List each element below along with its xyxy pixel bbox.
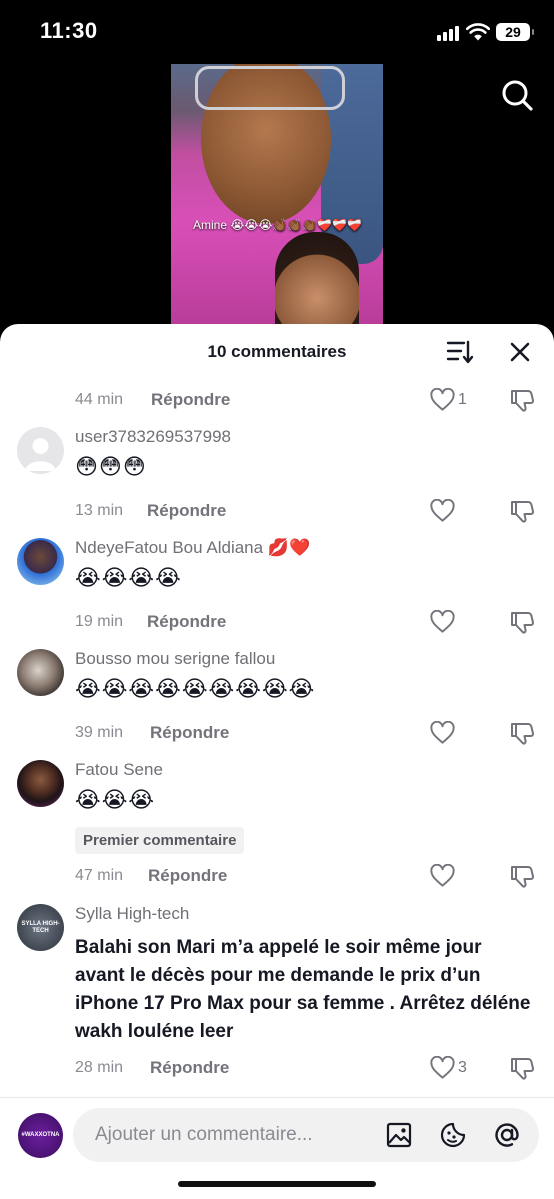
sheet-header: 10 commentaires <box>0 324 554 380</box>
avatar[interactable] <box>17 760 64 807</box>
reply-button[interactable]: Répondre <box>151 390 230 410</box>
cellular-signal-icon <box>437 26 459 41</box>
dislike-icon[interactable] <box>509 609 535 635</box>
comment-composer: #WAXXOTNA <box>0 1097 554 1199</box>
heart-icon[interactable] <box>430 499 455 523</box>
status-bar: 11:30 29 <box>0 0 554 62</box>
comment-text: 😭😭😭😭😭😭😭😭😭 <box>75 676 316 701</box>
comment-meta-row: 28 min Répondre 3 <box>0 1053 554 1083</box>
comment-input-container[interactable] <box>73 1108 539 1162</box>
avatar[interactable] <box>17 427 64 474</box>
video-caption: Amine 😭😭😭👏🏾👏🏾👏🏾❤️‍🩹❤️‍🩹❤️‍🩹 <box>193 218 363 232</box>
like-count: 1 <box>458 391 467 408</box>
home-indicator <box>178 1181 376 1187</box>
image-icon[interactable] <box>385 1121 413 1149</box>
comment-text: 😭😭😭😭 <box>75 565 182 590</box>
comment-time: 19 min <box>75 613 124 630</box>
comment-time: 47 min <box>75 867 124 884</box>
comment-meta-row: 39 min Répondre <box>0 718 554 748</box>
video-preview[interactable]: Amine 😭😭😭👏🏾👏🏾👏🏾❤️‍🩹❤️‍🩹❤️‍🩹 <box>171 64 383 326</box>
comment-meta-row: 44 min Répondre 1 <box>0 385 554 415</box>
wifi-icon <box>466 23 490 41</box>
comment-meta-row: 13 min Répondre <box>0 496 554 526</box>
avatar[interactable]: SYLLA HIGH-TECH <box>17 904 64 951</box>
heart-icon[interactable] <box>430 864 455 888</box>
dislike-icon[interactable] <box>509 1055 535 1081</box>
status-time: 11:30 <box>40 18 98 43</box>
heart-icon[interactable] <box>430 388 455 412</box>
close-icon[interactable] <box>508 340 532 364</box>
default-avatar-icon <box>25 438 56 471</box>
dislike-icon[interactable] <box>509 387 535 413</box>
reply-button[interactable]: Répondre <box>148 866 227 886</box>
dislike-icon[interactable] <box>509 498 535 524</box>
dislike-icon[interactable] <box>509 720 535 746</box>
video-sticker <box>275 232 359 326</box>
comment-time: 44 min <box>75 391 124 408</box>
comment-time: 28 min <box>75 1059 124 1076</box>
reply-button[interactable]: Répondre <box>147 501 226 521</box>
comment-text: 😭😭😭 <box>75 787 156 812</box>
comment-input[interactable] <box>95 1108 365 1162</box>
comments-sheet: 10 commentaires 44 min Répondre 1 user37… <box>0 324 554 1199</box>
mention-icon[interactable] <box>493 1121 521 1149</box>
avatar[interactable] <box>17 649 64 696</box>
reply-button[interactable]: Répondre <box>150 723 229 743</box>
video-frame-detail <box>195 66 345 110</box>
reply-button[interactable]: Répondre <box>147 612 226 632</box>
search-icon[interactable] <box>500 78 534 112</box>
comment-username[interactable]: NdeyeFatou Bou Aldiana 💋❤️ <box>75 538 310 558</box>
dislike-icon[interactable] <box>509 863 535 889</box>
comment-meta-row: 47 min Répondre <box>0 861 554 891</box>
sort-icon[interactable] <box>446 339 474 365</box>
my-avatar[interactable]: #WAXXOTNA <box>18 1113 63 1158</box>
emoji-icon[interactable] <box>439 1121 467 1149</box>
comment-username[interactable]: user3783269537998 <box>75 427 231 447</box>
comment-username[interactable]: Sylla High-tech <box>75 904 189 924</box>
heart-icon[interactable] <box>430 610 455 634</box>
comment-time: 13 min <box>75 502 124 519</box>
comment-text: 😳😳😳 <box>75 454 147 479</box>
reply-button[interactable]: Répondre <box>150 1058 229 1078</box>
comment-username[interactable]: Bousso mou serigne fallou <box>75 649 275 669</box>
comment-text: Balahi son Mari m’a appelé le soir même … <box>75 937 531 1042</box>
battery-indicator: 29 <box>496 23 534 41</box>
comment-username[interactable]: Fatou Sene <box>75 760 163 780</box>
heart-icon[interactable] <box>430 721 455 745</box>
heart-icon[interactable] <box>430 1056 455 1080</box>
comment-meta-row: 19 min Répondre <box>0 607 554 637</box>
comment-time: 39 min <box>75 724 124 741</box>
like-count: 3 <box>458 1059 467 1076</box>
avatar[interactable] <box>17 538 64 585</box>
avatar-logo-text: SYLLA HIGH-TECH <box>21 921 60 934</box>
first-comment-badge: Premier commentaire <box>75 827 245 854</box>
